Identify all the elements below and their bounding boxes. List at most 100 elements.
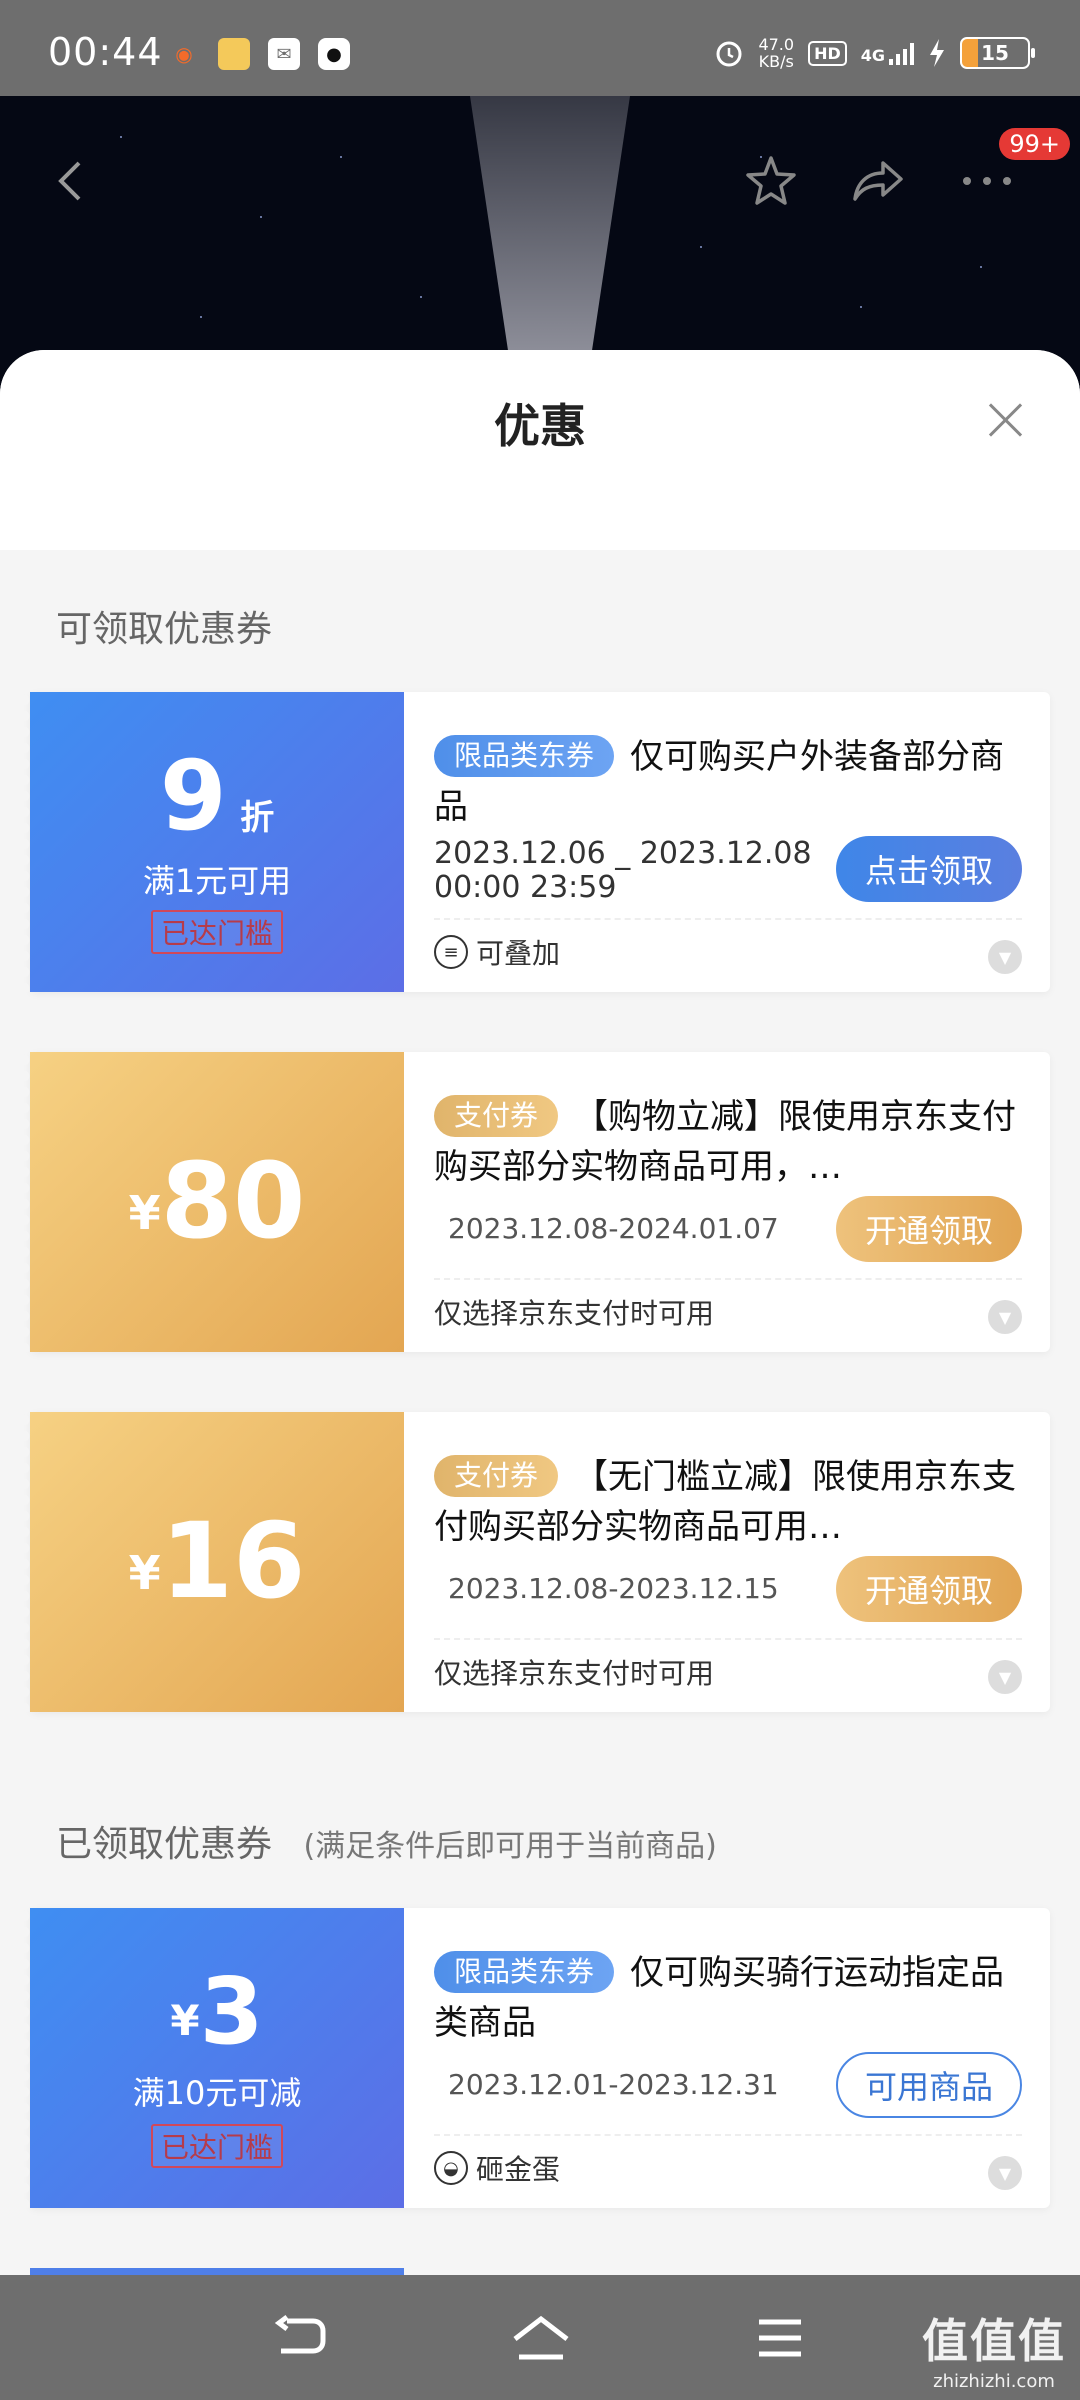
coupon-card: ¥16 支付券 【无门槛立减】限使用京东支付购买部分实物商品可用… 2023.12…: [24, 1412, 1050, 1712]
divider: [434, 1638, 1022, 1640]
alarm-icon: [716, 41, 742, 67]
net-speed-value: 47.0: [758, 35, 795, 54]
signal-icon: [889, 41, 914, 65]
battery-icon: 15: [960, 37, 1035, 69]
mail-app-icon: ✉: [268, 38, 300, 70]
notification-badge: 99+: [999, 128, 1070, 160]
coupon-condition: 满1元可用: [142, 862, 292, 900]
coupon-footer: 仅选择京东支付时可用: [434, 1657, 715, 1690]
available-section-title: 可领取优惠券: [56, 609, 273, 650]
coupon-card: ¥80 支付券 【购物立减】限使用京东支付购买部分实物商品可用，… 2023.12…: [24, 1052, 1050, 1352]
threshold-badge: 已达门槛: [150, 910, 284, 954]
coupon-tag: 限品类东券: [434, 1951, 615, 1993]
coupon-info: 支付券 【无门槛立减】限使用京东支付购买部分实物商品可用… 2023.12.08-…: [404, 1412, 1050, 1712]
coupon-description: 支付券 【购物立减】限使用京东支付购买部分实物商品可用，…: [434, 1092, 1022, 1192]
sheet-header: 优惠: [0, 350, 1080, 550]
divider: [434, 918, 1022, 920]
coupon-footer: ≡ 可叠加: [434, 932, 560, 972]
divider: [434, 2134, 1022, 2136]
system-nav-bar: 值值值 zhizhizhi.com: [0, 2275, 1080, 2400]
coupon-card: ¥3 满10元可减 已达门槛 限品类东券 仅可购买骑行运动指定品类商品 2023.…: [24, 1908, 1050, 2208]
claimed-subtitle: (满足条件后即可用于当前商品): [303, 1829, 717, 1864]
claim-button[interactable]: 点击领取: [836, 836, 1022, 902]
available-products-button[interactable]: 可用商品: [836, 2052, 1022, 2118]
coupon-date: 2023.12.08-2023.12.15: [448, 1572, 779, 1605]
golden-egg-icon: ◒: [434, 2151, 468, 2185]
coupon-amount-value: 9: [159, 740, 227, 852]
nav-menu-icon: [759, 2319, 801, 2357]
coupon-info: 支付券 【购物立减】限使用京东支付购买部分实物商品可用，… 2023.12.08-…: [404, 1052, 1050, 1352]
coupon-amount: 9 折: [30, 740, 404, 852]
next-coupon-peek: [30, 2268, 404, 2275]
coupon-description: 限品类东券 仅可购买骑行运动指定品类商品: [434, 1948, 1022, 2048]
back-button[interactable]: [26, 136, 116, 226]
coupon-value-panel: 9 折 满1元可用 已达门槛: [24, 692, 404, 992]
status-indicators: 47.0 KB/s HD 4G 15: [714, 36, 1035, 70]
coupon-value-panel: ¥3 满10元可减 已达门槛: [24, 1908, 404, 2208]
watermark: 值值值 zhizhizhi.com: [922, 2305, 1066, 2392]
signal-indicator: 4G: [861, 41, 914, 65]
coupon-amount: ¥3: [30, 1958, 404, 2065]
net-speed-unit: KB/s: [758, 52, 794, 71]
threshold-badge: 已达门槛: [150, 2124, 284, 2168]
divider: [434, 1278, 1022, 1280]
notification-icons: ◉ ✉ ●: [168, 38, 350, 70]
nav-menu-button[interactable]: [745, 2303, 815, 2373]
chevron-down-icon[interactable]: ▼: [988, 1300, 1022, 1334]
watermark-logo: 值值值: [922, 2314, 1066, 2368]
hd-icon: HD: [808, 40, 847, 66]
coupon-card: 9 折 满1元可用 已达门槛 限品类东券 仅可购买户外装备部分商品 2023.12…: [24, 692, 1050, 992]
game-app-icon: [218, 38, 250, 70]
coupon-amount-value: 80: [160, 1140, 306, 1262]
back-arrow-icon: [58, 161, 81, 201]
charging-icon: [930, 39, 944, 67]
coupon-amount-value: 16: [160, 1500, 306, 1622]
claimed-section-title: 已领取优惠券 (满足条件后即可用于当前商品): [56, 1815, 717, 1867]
coupon-amount-unit: 折: [240, 798, 275, 838]
coupon-footer: 仅选择京东支付时可用: [434, 1297, 715, 1330]
coupon-date: 2023.12.01-2023.12.31: [448, 2068, 779, 2101]
watermark-url: zhizhizhi.com: [933, 2371, 1055, 2392]
activate-claim-button[interactable]: 开通领取: [836, 1196, 1022, 1262]
chevron-down-icon[interactable]: ▼: [988, 1660, 1022, 1694]
coupon-description: 限品类东券 仅可购买户外装备部分商品: [434, 732, 1022, 832]
nav-home-icon: [513, 2315, 569, 2360]
chevron-down-icon[interactable]: ▼: [988, 940, 1022, 974]
coupon-value-panel: ¥16: [24, 1412, 404, 1712]
net-speed: 47.0 KB/s: [758, 36, 794, 70]
nav-home-button[interactable]: [506, 2303, 576, 2373]
currency-symbol: ¥: [128, 1186, 161, 1240]
activate-claim-button[interactable]: 开通领取: [836, 1556, 1022, 1622]
favorite-button[interactable]: [726, 136, 816, 226]
chevron-down-icon[interactable]: ▼: [988, 2156, 1022, 2190]
coupon-sheet: 优惠 可领取优惠券 9 折 满1元可用 已达门槛 限品类东券 仅可购买户外装备部分…: [0, 350, 1080, 2275]
coupon-amount: ¥16: [30, 1500, 404, 1622]
coupon-info: 限品类东券 仅可购买骑行运动指定品类商品 2023.12.01-2023.12.3…: [404, 1908, 1050, 2208]
nav-back-button[interactable]: [265, 2303, 335, 2373]
coupon-footer-text: 可叠加: [476, 937, 561, 970]
currency-symbol: ¥: [128, 1546, 161, 1600]
coupon-amount-value: 3: [199, 1958, 264, 2065]
status-bar: 00:44 ◉ ✉ ● 47.0 KB/s HD 4G 15: [0, 0, 1080, 96]
weibo-app-icon: ◉: [175, 42, 193, 66]
coupon-tag: 限品类东券: [434, 735, 615, 777]
currency-symbol: ¥: [170, 1996, 200, 2045]
coupon-value-panel: ¥80: [24, 1052, 404, 1352]
coupon-tag: 支付券: [434, 1095, 559, 1137]
share-icon: [853, 161, 903, 201]
coupon-date: 2023.12.06 _ 2023.12.08 00:00 23:59: [434, 836, 812, 905]
star-icon: [746, 156, 796, 205]
more-icon: [963, 177, 1011, 185]
coupon-description: 支付券 【无门槛立减】限使用京东支付购买部分实物商品可用…: [434, 1452, 1022, 1552]
stackable-icon: ≡: [434, 935, 468, 969]
share-button[interactable]: [832, 136, 922, 226]
network-type: 4G: [860, 46, 885, 65]
nav-back-icon: [274, 2315, 326, 2354]
coupon-amount: ¥80: [30, 1140, 404, 1262]
claimed-title-text: 已领取优惠券: [56, 1824, 273, 1865]
close-icon[interactable]: [988, 402, 1024, 438]
coupon-footer-text: 砸金蛋: [476, 2153, 561, 2186]
coupon-info: 限品类东券 仅可购买户外装备部分商品 2023.12.06 _ 2023.12.0…: [404, 692, 1050, 992]
coupon-tag: 支付券: [434, 1455, 559, 1497]
qq-app-icon: ●: [318, 38, 350, 70]
